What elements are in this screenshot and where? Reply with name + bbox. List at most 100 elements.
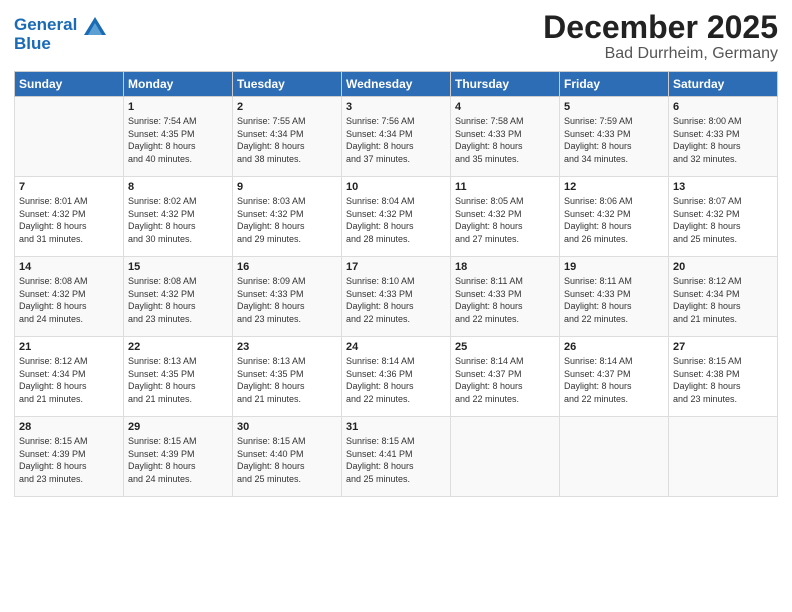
day-number: 22 bbox=[128, 341, 228, 353]
day-number: 2 bbox=[237, 101, 337, 113]
header: General Blue December 2025 Bad Durrheim,… bbox=[14, 10, 778, 63]
col-saturday: Saturday bbox=[669, 72, 778, 97]
cell-5-2: 29 Sunrise: 8:15 AM Sunset: 4:39 PM Dayli… bbox=[124, 417, 233, 497]
cell-4-4: 24Sunrise: 8:14 AM Sunset: 4:36 PM Dayli… bbox=[342, 337, 451, 417]
cell-4-1: 21Sunrise: 8:12 AM Sunset: 4:34 PM Dayli… bbox=[15, 337, 124, 417]
cell-info: Sunrise: 8:00 AM Sunset: 4:33 PM Dayligh… bbox=[673, 115, 773, 165]
col-sunday: Sunday bbox=[15, 72, 124, 97]
cell-1-3: 2 Sunrise: 7:55 AM Sunset: 4:34 PM Daylig… bbox=[233, 97, 342, 177]
cell-3-2: 15Sunrise: 8:08 AM Sunset: 4:32 PM Dayli… bbox=[124, 257, 233, 337]
cell-info: Sunrise: 8:14 AM Sunset: 4:37 PM Dayligh… bbox=[564, 355, 664, 405]
cell-info: Sunrise: 8:10 AM Sunset: 4:33 PM Dayligh… bbox=[346, 275, 446, 325]
cell-5-7 bbox=[669, 417, 778, 497]
cell-4-5: 25 Sunrise: 8:14 AM Sunset: 4:37 PM Dayli… bbox=[451, 337, 560, 417]
cell-info: Sunrise: 8:15 AM Sunset: 4:39 PM Dayligh… bbox=[128, 435, 228, 485]
cell-5-3: 30 Sunrise: 8:15 AM Sunset: 4:40 PM Dayli… bbox=[233, 417, 342, 497]
logo-line2: Blue bbox=[14, 35, 106, 54]
day-number: 20 bbox=[673, 261, 773, 273]
cell-info: Sunrise: 8:15 AM Sunset: 4:40 PM Dayligh… bbox=[237, 435, 337, 485]
day-number: 26 bbox=[564, 341, 664, 353]
cell-info: Sunrise: 8:01 AM Sunset: 4:32 PM Dayligh… bbox=[19, 195, 119, 245]
cell-3-7: 20Sunrise: 8:12 AM Sunset: 4:34 PM Dayli… bbox=[669, 257, 778, 337]
cell-3-6: 19 Sunrise: 8:11 AM Sunset: 4:33 PM Dayli… bbox=[560, 257, 669, 337]
cell-4-6: 26 Sunrise: 8:14 AM Sunset: 4:37 PM Dayli… bbox=[560, 337, 669, 417]
week-row-3: 14Sunrise: 8:08 AM Sunset: 4:32 PM Dayli… bbox=[15, 257, 778, 337]
day-number: 12 bbox=[564, 181, 664, 193]
day-number: 27 bbox=[673, 341, 773, 353]
cell-3-5: 18 Sunrise: 8:11 AM Sunset: 4:33 PM Dayli… bbox=[451, 257, 560, 337]
logo: General Blue bbox=[14, 16, 106, 53]
cell-info: Sunrise: 8:06 AM Sunset: 4:32 PM Dayligh… bbox=[564, 195, 664, 245]
cell-1-2: 1 Sunrise: 7:54 AM Sunset: 4:35 PM Daylig… bbox=[124, 97, 233, 177]
day-number: 5 bbox=[564, 101, 664, 113]
cell-1-1 bbox=[15, 97, 124, 177]
day-number: 10 bbox=[346, 181, 446, 193]
cell-4-3: 23 Sunrise: 8:13 AM Sunset: 4:35 PM Dayli… bbox=[233, 337, 342, 417]
week-row-5: 28 Sunrise: 8:15 AM Sunset: 4:39 PM Dayli… bbox=[15, 417, 778, 497]
day-number: 30 bbox=[237, 421, 337, 433]
cell-info: Sunrise: 8:15 AM Sunset: 4:41 PM Dayligh… bbox=[346, 435, 446, 485]
page-title: December 2025 bbox=[543, 10, 778, 45]
cell-info: Sunrise: 8:15 AM Sunset: 4:38 PM Dayligh… bbox=[673, 355, 773, 405]
day-number: 19 bbox=[564, 261, 664, 273]
cell-info: Sunrise: 8:09 AM Sunset: 4:33 PM Dayligh… bbox=[237, 275, 337, 325]
cell-3-1: 14Sunrise: 8:08 AM Sunset: 4:32 PM Dayli… bbox=[15, 257, 124, 337]
page-subtitle: Bad Durrheim, Germany bbox=[543, 45, 778, 63]
calendar-table: Sunday Monday Tuesday Wednesday Thursday… bbox=[14, 71, 778, 497]
cell-info: Sunrise: 8:14 AM Sunset: 4:37 PM Dayligh… bbox=[455, 355, 555, 405]
cell-4-7: 27 Sunrise: 8:15 AM Sunset: 4:38 PM Dayli… bbox=[669, 337, 778, 417]
title-block: December 2025 Bad Durrheim, Germany bbox=[543, 10, 778, 63]
day-number: 9 bbox=[237, 181, 337, 193]
cell-info: Sunrise: 8:03 AM Sunset: 4:32 PM Dayligh… bbox=[237, 195, 337, 245]
cell-info: Sunrise: 7:54 AM Sunset: 4:35 PM Dayligh… bbox=[128, 115, 228, 165]
cell-3-3: 16 Sunrise: 8:09 AM Sunset: 4:33 PM Dayli… bbox=[233, 257, 342, 337]
cell-info: Sunrise: 8:15 AM Sunset: 4:39 PM Dayligh… bbox=[19, 435, 119, 485]
day-number: 17 bbox=[346, 261, 446, 273]
cell-2-6: 12 Sunrise: 8:06 AM Sunset: 4:32 PM Dayli… bbox=[560, 177, 669, 257]
logo-icon bbox=[84, 17, 106, 35]
cell-1-7: 6 Sunrise: 8:00 AM Sunset: 4:33 PM Daylig… bbox=[669, 97, 778, 177]
day-number: 25 bbox=[455, 341, 555, 353]
day-number: 3 bbox=[346, 101, 446, 113]
day-number: 31 bbox=[346, 421, 446, 433]
day-number: 29 bbox=[128, 421, 228, 433]
day-number: 1 bbox=[128, 101, 228, 113]
day-number: 23 bbox=[237, 341, 337, 353]
cell-2-7: 13Sunrise: 8:07 AM Sunset: 4:32 PM Dayli… bbox=[669, 177, 778, 257]
cell-info: Sunrise: 8:02 AM Sunset: 4:32 PM Dayligh… bbox=[128, 195, 228, 245]
day-number: 18 bbox=[455, 261, 555, 273]
cell-info: Sunrise: 8:11 AM Sunset: 4:33 PM Dayligh… bbox=[455, 275, 555, 325]
cell-5-5 bbox=[451, 417, 560, 497]
cell-info: Sunrise: 8:05 AM Sunset: 4:32 PM Dayligh… bbox=[455, 195, 555, 245]
col-monday: Monday bbox=[124, 72, 233, 97]
cell-info: Sunrise: 7:59 AM Sunset: 4:33 PM Dayligh… bbox=[564, 115, 664, 165]
cell-2-5: 11 Sunrise: 8:05 AM Sunset: 4:32 PM Dayli… bbox=[451, 177, 560, 257]
cell-info: Sunrise: 7:58 AM Sunset: 4:33 PM Dayligh… bbox=[455, 115, 555, 165]
col-wednesday: Wednesday bbox=[342, 72, 451, 97]
header-row: Sunday Monday Tuesday Wednesday Thursday… bbox=[15, 72, 778, 97]
cell-3-4: 17 Sunrise: 8:10 AM Sunset: 4:33 PM Dayli… bbox=[342, 257, 451, 337]
day-number: 28 bbox=[19, 421, 119, 433]
cell-1-4: 3Sunrise: 7:56 AM Sunset: 4:34 PM Daylig… bbox=[342, 97, 451, 177]
day-number: 11 bbox=[455, 181, 555, 193]
day-number: 16 bbox=[237, 261, 337, 273]
cell-2-2: 8 Sunrise: 8:02 AM Sunset: 4:32 PM Daylig… bbox=[124, 177, 233, 257]
day-number: 7 bbox=[19, 181, 119, 193]
cell-5-4: 31 Sunrise: 8:15 AM Sunset: 4:41 PM Dayli… bbox=[342, 417, 451, 497]
cell-info: Sunrise: 8:13 AM Sunset: 4:35 PM Dayligh… bbox=[128, 355, 228, 405]
cell-info: Sunrise: 8:14 AM Sunset: 4:36 PM Dayligh… bbox=[346, 355, 446, 405]
day-number: 8 bbox=[128, 181, 228, 193]
cell-2-4: 10 Sunrise: 8:04 AM Sunset: 4:32 PM Dayli… bbox=[342, 177, 451, 257]
cell-1-6: 5 Sunrise: 7:59 AM Sunset: 4:33 PM Daylig… bbox=[560, 97, 669, 177]
day-number: 13 bbox=[673, 181, 773, 193]
cell-4-2: 22 Sunrise: 8:13 AM Sunset: 4:35 PM Dayli… bbox=[124, 337, 233, 417]
cell-info: Sunrise: 8:11 AM Sunset: 4:33 PM Dayligh… bbox=[564, 275, 664, 325]
cell-info: Sunrise: 7:55 AM Sunset: 4:34 PM Dayligh… bbox=[237, 115, 337, 165]
page-container: General Blue December 2025 Bad Durrheim,… bbox=[0, 0, 792, 507]
week-row-1: 1 Sunrise: 7:54 AM Sunset: 4:35 PM Daylig… bbox=[15, 97, 778, 177]
cell-info: Sunrise: 8:04 AM Sunset: 4:32 PM Dayligh… bbox=[346, 195, 446, 245]
cell-2-3: 9 Sunrise: 8:03 AM Sunset: 4:32 PM Daylig… bbox=[233, 177, 342, 257]
day-number: 6 bbox=[673, 101, 773, 113]
cell-info: Sunrise: 8:13 AM Sunset: 4:35 PM Dayligh… bbox=[237, 355, 337, 405]
cell-5-6 bbox=[560, 417, 669, 497]
